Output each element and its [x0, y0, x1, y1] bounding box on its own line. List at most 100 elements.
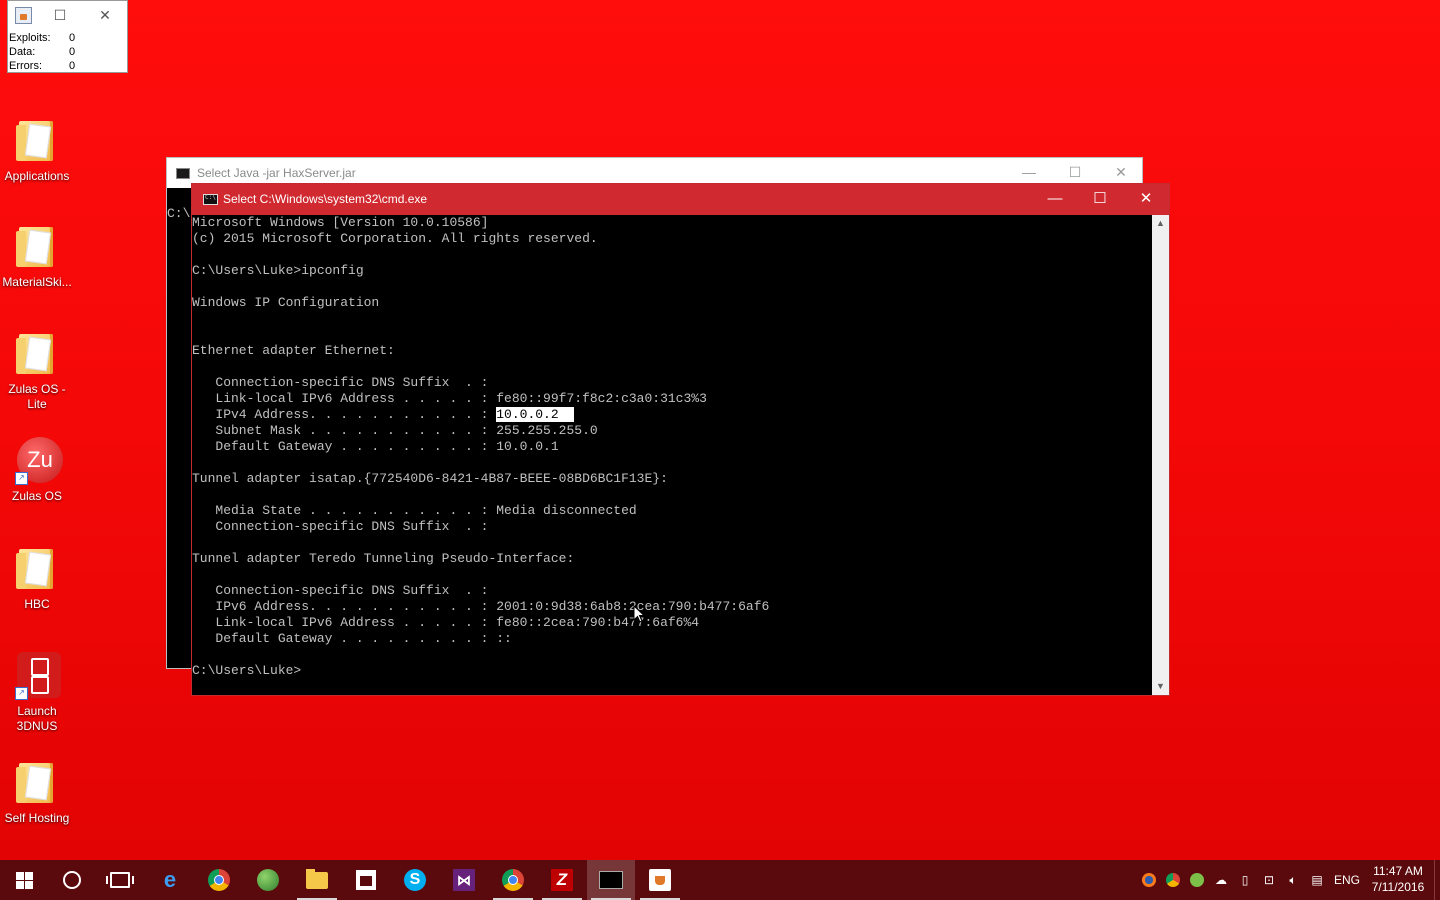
console-scrollbar[interactable]: ▲ ▼ [1152, 215, 1169, 695]
scroll-down-arrow-icon[interactable]: ▼ [1152, 678, 1169, 695]
desktop-icon-self-hosting[interactable]: Self Hosting [0, 759, 74, 826]
console-line: Microsoft Windows [Version 10.0.10586] [192, 215, 489, 230]
java-minimize-button[interactable]: — [1019, 164, 1039, 180]
console-line: Ethernet adapter Ethernet: [192, 343, 395, 358]
widget-titlebar[interactable]: ☐ ✕ [8, 1, 127, 31]
console-line: Connection-specific DNS Suffix . : [192, 375, 489, 390]
taskbar-java[interactable] [636, 860, 684, 900]
tray-chrome[interactable] [1162, 860, 1184, 900]
task-view-button[interactable] [96, 860, 144, 900]
globe-icon [257, 869, 279, 891]
taskbar-cmd[interactable] [587, 860, 635, 900]
desktop-icon-applications[interactable]: Applications [0, 117, 74, 184]
stat-label: Exploits: [9, 32, 51, 44]
console-line: Subnet Mask . . . . . . . . . . . : 255.… [192, 423, 598, 438]
stat-row: Errors: 0 [9, 59, 127, 73]
desktop-icon-hbc[interactable]: HBC [0, 545, 74, 612]
console-line: Windows IP Configuration [192, 295, 380, 310]
shortcut-arrow-icon: ↗ [15, 472, 28, 485]
taskbar-skype[interactable]: S [391, 860, 439, 900]
desktop-icon-zulas-os-lite[interactable]: Zulas OS - Lite [0, 330, 74, 412]
taskbar-visual-studio[interactable]: ⋈ [440, 860, 488, 900]
taskbar-file-explorer[interactable] [293, 860, 341, 900]
shortcut-arrow-icon: ↗ [15, 687, 28, 700]
haxserver-status-widget: ☐ ✕ Exploits: 0 Data: 0 Errors: 0 [7, 0, 128, 73]
tray-volume[interactable]: 🔈︎ [1282, 860, 1304, 900]
java-maximize-button[interactable]: ☐ [1065, 164, 1085, 181]
visual-studio-icon: ⋈ [453, 869, 475, 891]
console-icon [176, 168, 190, 179]
console-line: C:\Users\Luke> [192, 663, 302, 678]
console-line: Default Gateway . . . . . . . . . : 10.0… [192, 439, 559, 454]
cloud-icon: ☁ [1215, 873, 1227, 887]
stat-row: Exploits: 0 [9, 31, 127, 45]
tray-battery[interactable]: ▯ [1234, 860, 1256, 900]
store-icon [356, 870, 376, 890]
chrome-icon [1166, 873, 1180, 887]
tray-app-green[interactable] [1186, 860, 1208, 900]
chrome-icon [208, 869, 230, 891]
edge-icon: e [163, 867, 177, 892]
console-line: Link-local IPv6 Address . . . . . : fe80… [192, 615, 700, 630]
skype-icon: S [404, 869, 426, 891]
windows-logo-icon [15, 871, 33, 889]
taskbar-edge[interactable]: e [146, 860, 194, 900]
taskbar: e S ⋈ Z ☁ ▯ ⊡ 🔈︎ ▤ ENG 11:47 AM 7/11/201… [0, 860, 1440, 900]
tray-network[interactable]: ⊡ [1258, 860, 1280, 900]
cmd-window[interactable]: Select C:\Windows\system32\cmd.exe — ☐ ✕… [191, 183, 1170, 696]
taskbar-chrome-profile[interactable] [489, 860, 537, 900]
java-close-button[interactable]: ✕ [1111, 164, 1131, 181]
stat-label: Data: [9, 46, 36, 58]
console-line: Link-local IPv6 Address . . . . . : fe80… [192, 391, 707, 406]
widget-maximize-button[interactable]: ☐ [50, 7, 70, 23]
tray-notifications[interactable]: ▤ [1306, 860, 1328, 900]
java-console-prompt: C:\ [167, 206, 191, 221]
tray-language[interactable]: ENG [1330, 860, 1364, 900]
console-line: Tunnel adapter Teredo Tunneling Pseudo-I… [192, 551, 575, 566]
desktop-icon-materialskin[interactable]: MaterialSki... [0, 223, 74, 290]
console-output[interactable]: Microsoft Windows [Version 10.0.10586] (c… [192, 215, 1153, 695]
stat-value: 0 [69, 60, 76, 72]
tray-onedrive[interactable]: ☁ [1210, 860, 1232, 900]
java-icon [15, 7, 32, 24]
chrome-icon [502, 869, 524, 891]
console-line: IPv4 Address. . . . . . . . . . . : 10.0… [192, 407, 575, 422]
console-line: (c) 2015 Microsoft Corporation. All righ… [192, 231, 598, 246]
stat-value: 0 [69, 32, 76, 44]
app-tray-icon [1190, 873, 1204, 887]
taskbar-globe-app[interactable] [244, 860, 292, 900]
network-icon: ⊡ [1263, 873, 1275, 887]
taskbar-chrome[interactable] [195, 860, 243, 900]
stat-value: 0 [69, 46, 76, 58]
cmd-maximize-button[interactable]: ☐ [1082, 188, 1118, 210]
cmd-window-titlebar[interactable]: Select C:\Windows\system32\cmd.exe — ☐ ✕ [192, 184, 1169, 215]
selected-ipv4-address[interactable]: 10.0.0.2 [496, 407, 575, 422]
widget-close-button[interactable]: ✕ [95, 7, 115, 23]
clock-time: 11:47 AM [1373, 864, 1423, 878]
console-line: Media State . . . . . . . . . . . : Medi… [192, 503, 637, 518]
show-desktop-button[interactable] [1434, 860, 1440, 900]
cmd-minimize-button[interactable]: — [1037, 188, 1073, 210]
console-line: C:\Users\Luke>ipconfig [192, 263, 364, 278]
taskbar-filezilla[interactable]: Z [538, 860, 586, 900]
battery-icon: ▯ [1241, 873, 1249, 887]
desktop-icon-launch-3dnus[interactable]: ↗ Launch 3DNUS [0, 652, 74, 734]
scroll-up-arrow-icon[interactable]: ▲ [1152, 215, 1169, 232]
java-window-title: Select Java -jar HaxServer.jar [197, 166, 356, 180]
cmd-close-button[interactable]: ✕ [1128, 188, 1164, 210]
console-line: Tunnel adapter isatap.{772540D6-8421-4B8… [192, 471, 668, 486]
tray-firefox[interactable] [1138, 860, 1160, 900]
taskbar-store[interactable] [342, 860, 390, 900]
start-button[interactable] [0, 860, 48, 900]
file-explorer-icon [306, 868, 328, 889]
console-line: Connection-specific DNS Suffix . : [192, 519, 489, 534]
search-button[interactable] [48, 860, 96, 900]
firefox-icon [1142, 873, 1156, 887]
tray-clock[interactable]: 11:47 AM 7/11/2016 [1366, 863, 1430, 895]
desktop-icon-zulas-os[interactable]: Zu ↗ Zulas OS [0, 437, 74, 504]
